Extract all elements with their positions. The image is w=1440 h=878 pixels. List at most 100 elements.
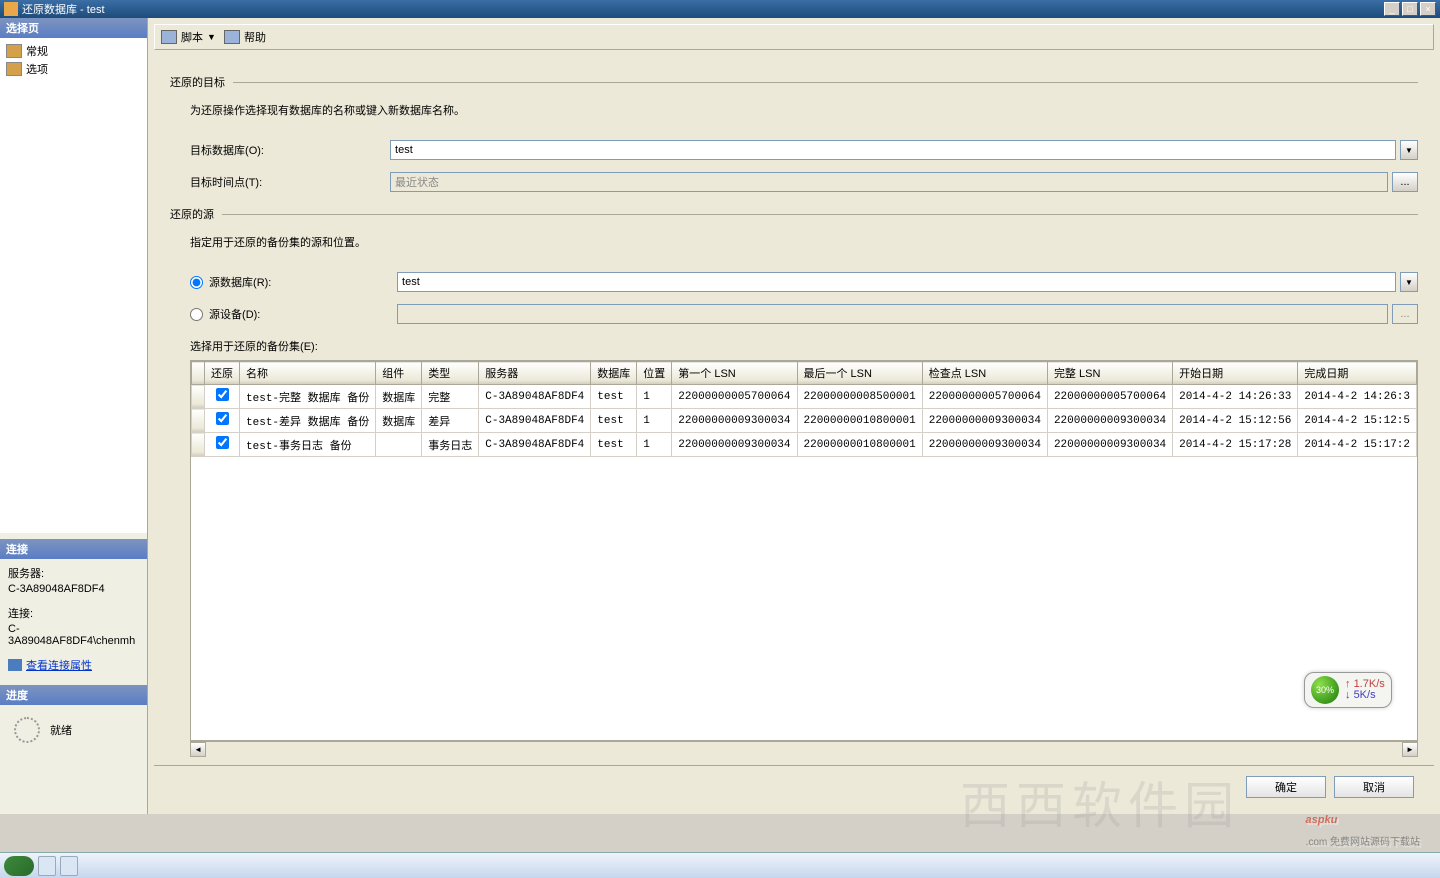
- titlebar: 还原数据库 - test _ □ ×: [0, 0, 1440, 18]
- cell-end: 2014-4-2 15:12:5: [1298, 409, 1417, 433]
- cell-server: C-3A89048AF8DF4: [479, 385, 591, 409]
- horizontal-scrollbar[interactable]: ◄ ►: [190, 741, 1418, 757]
- target-description: 为还原操作选择现有数据库的名称或键入新数据库名称。: [190, 102, 1418, 118]
- taskbar-item[interactable]: [60, 856, 78, 876]
- scroll-right-button[interactable]: ►: [1402, 742, 1418, 757]
- cancel-button[interactable]: 取消: [1334, 776, 1414, 798]
- cell-lsn1: 22000000009300034: [672, 433, 797, 457]
- script-label: 脚本: [181, 29, 203, 45]
- maximize-button[interactable]: □: [1402, 2, 1418, 16]
- column-header[interactable]: 数据库: [591, 362, 637, 385]
- restore-checkbox[interactable]: [216, 436, 229, 449]
- source-section-header: 还原的源: [170, 206, 1418, 222]
- source-description: 指定用于还原的备份集的源和位置。: [190, 234, 1418, 250]
- ok-button[interactable]: 确定: [1246, 776, 1326, 798]
- column-header[interactable]: 第一个 LSN: [672, 362, 797, 385]
- close-button[interactable]: ×: [1420, 2, 1436, 16]
- cell-lsn4: 22000000009300034: [1047, 409, 1172, 433]
- cell-pos: 1: [637, 409, 672, 433]
- cell-name: test-差异 数据库 备份: [240, 409, 376, 433]
- progress-status: 就绪: [50, 722, 72, 738]
- cell-db: test: [591, 409, 637, 433]
- help-button[interactable]: 帮助: [224, 29, 266, 45]
- cell-lsn4: 22000000005700064: [1047, 385, 1172, 409]
- backup-sets-grid[interactable]: 还原名称组件类型服务器数据库位置第一个 LSN最后一个 LSN检查点 LSN完整…: [190, 360, 1418, 741]
- column-header[interactable]: 完整 LSN: [1047, 362, 1172, 385]
- cell-name: test-事务日志 备份: [240, 433, 376, 457]
- page-item-options[interactable]: 选项: [4, 60, 143, 78]
- source-device-label: 源设备(D):: [209, 306, 397, 322]
- cell-pos: 1: [637, 433, 672, 457]
- page-list: 常规 选项: [0, 38, 147, 533]
- source-db-combo[interactable]: test: [397, 272, 1396, 292]
- target-time-input: 最近状态: [390, 172, 1388, 192]
- column-header[interactable]: 名称: [240, 362, 376, 385]
- column-header[interactable]: 类型: [422, 362, 479, 385]
- cell-db: test: [591, 433, 637, 457]
- network-stats: ↑ 1.7K/s ↓ 5K/s: [1345, 679, 1385, 701]
- cell-end: 2014-4-2 15:17:2: [1298, 433, 1417, 457]
- target-db-dropdown-button[interactable]: ▼: [1400, 140, 1418, 160]
- taskbar[interactable]: [0, 852, 1440, 878]
- target-time-label: 目标时间点(T):: [190, 174, 390, 190]
- cell-comp: [376, 433, 422, 457]
- taskbar-item[interactable]: [38, 856, 56, 876]
- column-header[interactable]: 还原: [205, 362, 240, 385]
- scroll-track[interactable]: [206, 742, 1402, 757]
- column-header[interactable]: 服务器: [479, 362, 591, 385]
- cell-lsn2: 22000000008500001: [797, 385, 922, 409]
- column-header[interactable]: 完成日期: [1298, 362, 1417, 385]
- cell-lsn3: 22000000009300034: [922, 433, 1047, 457]
- cell-type: 事务日志: [422, 433, 479, 457]
- source-device-browse-button[interactable]: ...: [1392, 304, 1418, 324]
- start-button[interactable]: [4, 856, 34, 876]
- help-label: 帮助: [244, 29, 266, 45]
- toolbar: 脚本 ▼ 帮助: [154, 24, 1434, 50]
- cell-start: 2014-4-2 14:26:33: [1173, 385, 1298, 409]
- script-icon: [161, 30, 177, 44]
- table-row[interactable]: test-差异 数据库 备份数据库差异C-3A89048AF8DF4test12…: [192, 409, 1417, 433]
- column-header[interactable]: 位置: [637, 362, 672, 385]
- help-icon: [224, 30, 240, 44]
- network-monitor-overlay[interactable]: 30% ↑ 1.7K/s ↓ 5K/s: [1304, 672, 1392, 708]
- column-header[interactable]: 最后一个 LSN: [797, 362, 922, 385]
- script-button[interactable]: 脚本 ▼: [161, 29, 216, 45]
- column-header[interactable]: 开始日期: [1173, 362, 1298, 385]
- page-icon: [6, 44, 22, 58]
- conn-label: 连接:: [8, 605, 139, 621]
- source-db-radio[interactable]: [190, 276, 203, 289]
- page-icon: [6, 62, 22, 76]
- cell-type: 差异: [422, 409, 479, 433]
- source-device-radio[interactable]: [190, 308, 203, 321]
- view-connection-properties-link[interactable]: 查看连接属性: [8, 657, 139, 673]
- column-header[interactable]: 检查点 LSN: [922, 362, 1047, 385]
- cell-pos: 1: [637, 385, 672, 409]
- restore-checkbox[interactable]: [216, 412, 229, 425]
- page-item-general[interactable]: 常规: [4, 42, 143, 60]
- table-row[interactable]: test-完整 数据库 备份数据库完整C-3A89048AF8DF4test12…: [192, 385, 1417, 409]
- cell-lsn1: 22000000005700064: [672, 385, 797, 409]
- cell-server: C-3A89048AF8DF4: [479, 409, 591, 433]
- target-time-browse-button[interactable]: ...: [1392, 172, 1418, 192]
- window-title: 还原数据库 - test: [22, 1, 1382, 17]
- cell-comp: 数据库: [376, 409, 422, 433]
- server-value: C-3A89048AF8DF4: [8, 583, 139, 595]
- progress-header: 进度: [0, 685, 147, 705]
- column-header[interactable]: 组件: [376, 362, 422, 385]
- conn-value: C-3A89048AF8DF4\chenmh: [8, 623, 139, 647]
- cell-lsn3: 22000000009300034: [922, 409, 1047, 433]
- source-db-dropdown-button[interactable]: ▼: [1400, 272, 1418, 292]
- connection-header: 连接: [0, 539, 147, 559]
- server-label: 服务器:: [8, 565, 139, 581]
- scroll-left-button[interactable]: ◄: [190, 742, 206, 757]
- cell-lsn1: 22000000009300034: [672, 409, 797, 433]
- progress-section: 进度 就绪: [0, 679, 147, 814]
- restore-checkbox[interactable]: [216, 388, 229, 401]
- target-section-header: 还原的目标: [170, 74, 1418, 90]
- table-row[interactable]: test-事务日志 备份事务日志C-3A89048AF8DF4test12200…: [192, 433, 1417, 457]
- chevron-down-icon: ▼: [207, 32, 216, 42]
- target-db-combo[interactable]: test: [390, 140, 1396, 160]
- cell-start: 2014-4-2 15:12:56: [1173, 409, 1298, 433]
- cell-db: test: [591, 385, 637, 409]
- minimize-button[interactable]: _: [1384, 2, 1400, 16]
